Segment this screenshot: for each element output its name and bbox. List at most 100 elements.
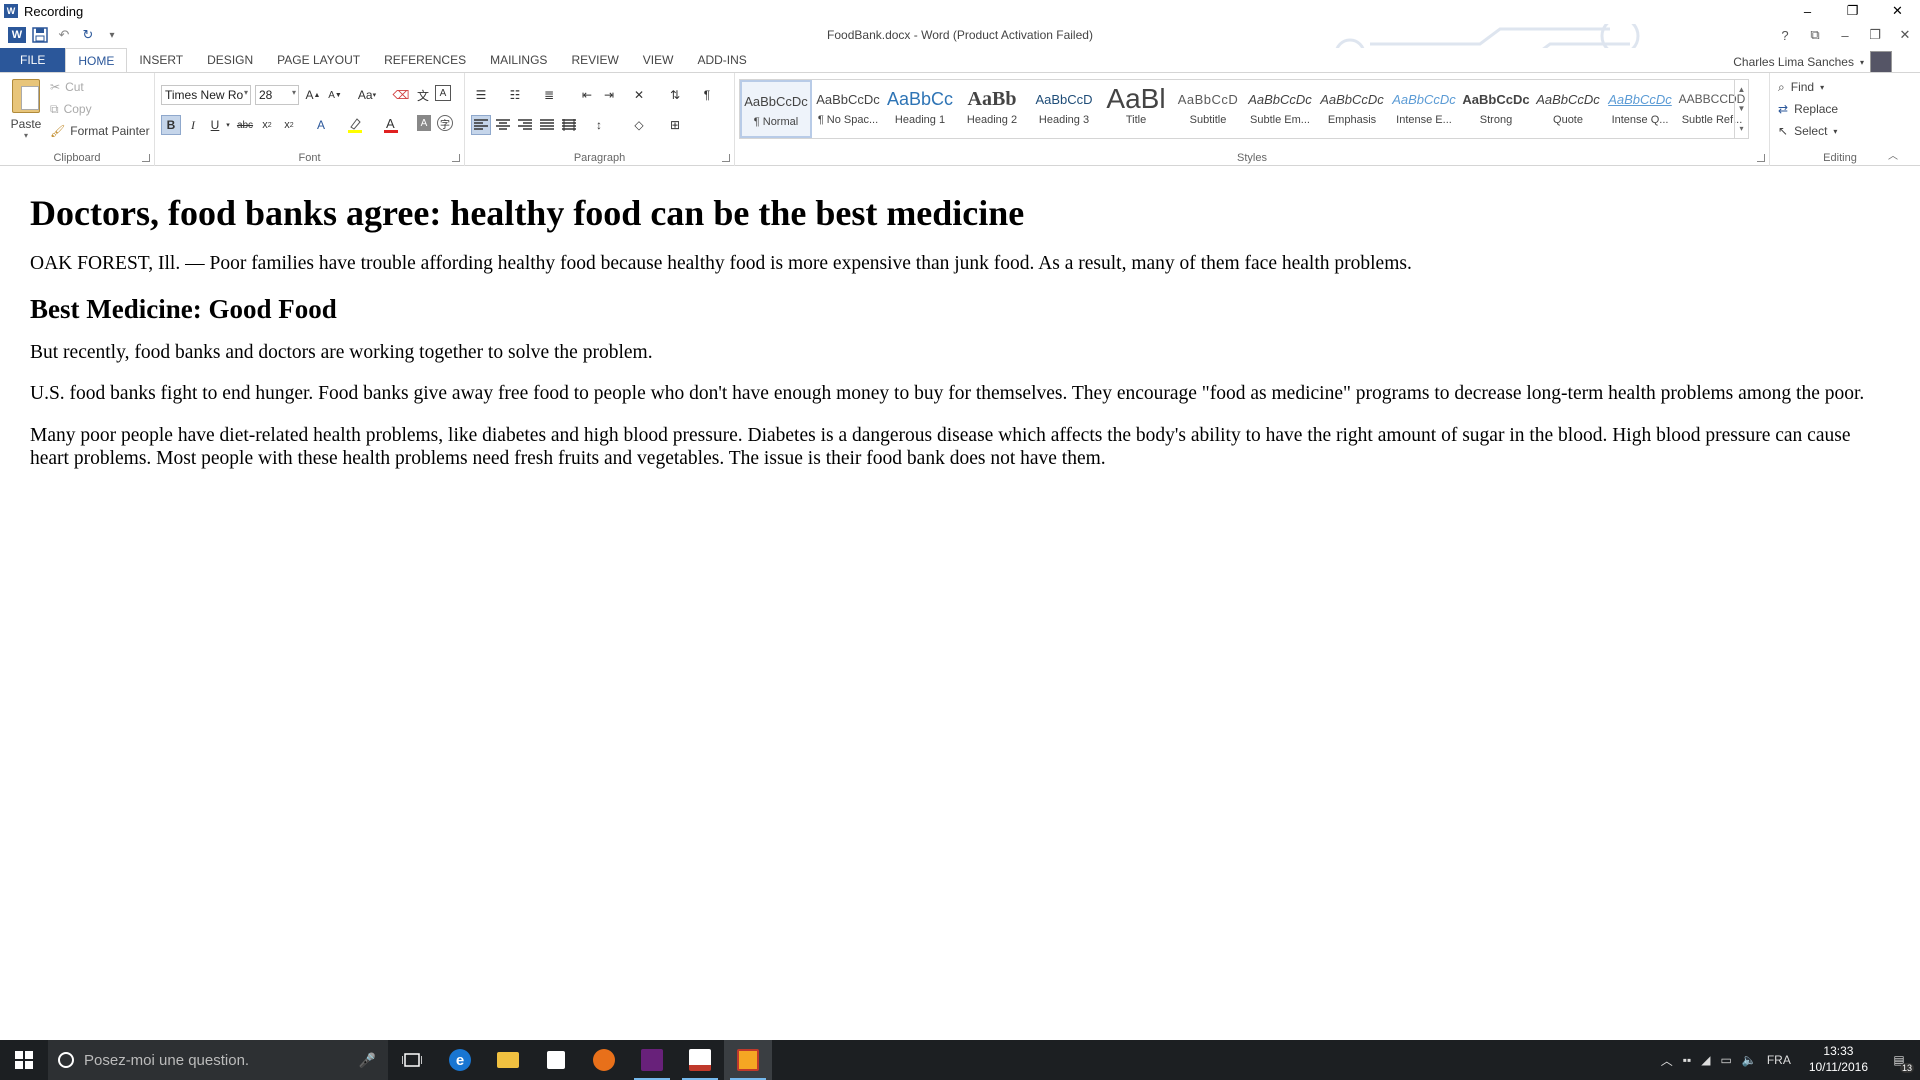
character-shading-icon[interactable]: A <box>417 115 431 131</box>
taskbar-app-visual-studio[interactable] <box>628 1040 676 1080</box>
shrink-font-icon[interactable]: A ▼ <box>325 85 345 105</box>
find-button[interactable]: ⌕ Find ▾ <box>1778 77 1824 97</box>
scroll-down-icon[interactable]: ▼ <box>1738 104 1746 113</box>
cut-button[interactable]: ✂ Cut <box>50 77 84 97</box>
replace-button[interactable]: ⇄ Replace <box>1778 99 1838 119</box>
select-button[interactable]: ↖ Select ▾ <box>1778 121 1837 141</box>
microphone-icon[interactable]: 🎤 <box>359 1052 376 1069</box>
change-case-button[interactable]: Aa ▾ <box>353 85 381 105</box>
decrease-indent-icon[interactable]: ⇤ <box>577 85 597 105</box>
scroll-up-icon[interactable]: ▲ <box>1738 85 1746 94</box>
action-center-button[interactable]: ▤ 13 <box>1886 1047 1914 1073</box>
people-icon[interactable]: ▪▪ <box>1683 1053 1692 1067</box>
clear-formatting-icon[interactable]: ⌫ <box>391 85 411 105</box>
font-name-combo[interactable]: Times New Ro ▾ <box>161 85 251 105</box>
numbering-icon[interactable]: ☷ <box>505 85 525 105</box>
tab-home[interactable]: HOME <box>65 48 128 73</box>
task-view-button[interactable] <box>388 1040 436 1080</box>
clock[interactable]: 13:33 10/11/2016 <box>1809 1044 1868 1075</box>
taskbar-app-file-explorer[interactable] <box>484 1040 532 1080</box>
word-restore-button[interactable]: ❐ <box>1860 22 1890 48</box>
document-body[interactable]: Doctors, food banks agree: healthy food … <box>0 167 1920 1040</box>
superscript-icon[interactable]: x2 <box>279 115 299 135</box>
format-painter-button[interactable]: 🖌 Format Painter <box>50 121 150 141</box>
user-account[interactable]: Charles Lima Sanches ▾ <box>1733 51 1892 73</box>
volume-icon[interactable]: 🔈 <box>1742 1053 1757 1067</box>
bullets-icon[interactable]: ☰ <box>471 85 491 105</box>
style-quote[interactable]: AaBbCcDc Quote <box>1532 80 1604 138</box>
style-no-spacing[interactable]: AaBbCcDc ¶ No Spac... <box>812 80 884 138</box>
font-launcher-icon[interactable] <box>452 154 460 162</box>
chevron-down-icon[interactable]: ▾ <box>223 115 233 135</box>
italic-icon[interactable]: I <box>183 115 203 135</box>
style-subtle-emphasis[interactable]: AaBbCcDc Subtle Em... <box>1244 80 1316 138</box>
tab-references[interactable]: REFERENCES <box>372 48 478 72</box>
input-language[interactable]: FRA <box>1767 1053 1791 1067</box>
taskbar-app-firefox[interactable] <box>580 1040 628 1080</box>
grow-font-icon[interactable]: A ▲ <box>303 85 323 105</box>
paste-button[interactable]: Paste ▾ <box>8 79 44 149</box>
more-styles-icon[interactable]: ▾ <box>1739 124 1743 133</box>
recorder-close-button[interactable]: ✕ <box>1875 0 1920 22</box>
word-minimize-button[interactable]: – <box>1830 22 1860 48</box>
align-center-icon[interactable] <box>493 115 513 135</box>
multilevel-list-icon[interactable]: ≣ <box>539 85 559 105</box>
distributed-icon[interactable] <box>559 115 579 135</box>
recorder-maximize-button[interactable]: ❐ <box>1830 0 1875 22</box>
font-color-icon[interactable]: A <box>381 115 401 135</box>
styles-launcher-icon[interactable] <box>1757 154 1765 162</box>
show-hidden-icons-icon[interactable]: ︿ <box>1661 1052 1673 1069</box>
borders-icon[interactable]: ⊞ <box>665 115 685 135</box>
clipboard-launcher-icon[interactable] <box>142 154 150 162</box>
taskbar-app-recorder[interactable] <box>724 1040 772 1080</box>
bold-icon[interactable]: B <box>161 115 181 135</box>
tab-view[interactable]: VIEW <box>631 48 686 72</box>
tab-file[interactable]: FILE <box>0 48 66 72</box>
style-subtitle[interactable]: AaBbCcD Subtitle <box>1172 80 1244 138</box>
increase-indent-icon[interactable]: ⇥ <box>599 85 619 105</box>
font-size-combo[interactable]: 28 ▾ <box>255 85 299 105</box>
battery-icon[interactable]: ▭ <box>1721 1053 1732 1067</box>
taskbar-app-store[interactable] <box>532 1040 580 1080</box>
align-left-icon[interactable] <box>471 115 491 135</box>
enclose-characters-icon[interactable]: 字 <box>437 115 453 131</box>
style-heading-3[interactable]: AaBbCcD Heading 3 <box>1028 80 1100 138</box>
style-heading-2[interactable]: AaBb Heading 2 <box>956 80 1028 138</box>
word-close-button[interactable]: ✕ <box>1890 22 1920 48</box>
style-intense-emphasis[interactable]: AaBbCcDc Intense E... <box>1388 80 1460 138</box>
taskbar-app-edge[interactable]: e <box>436 1040 484 1080</box>
style-heading-1[interactable]: AaBbCc Heading 1 <box>884 80 956 138</box>
style-emphasis[interactable]: AaBbCcDc Emphasis <box>1316 80 1388 138</box>
line-spacing-icon[interactable]: ↕ <box>589 115 609 135</box>
recorder-minimize-button[interactable]: – <box>1785 0 1830 22</box>
underline-icon[interactable]: U <box>205 115 225 135</box>
wifi-icon[interactable]: ◢ <box>1701 1053 1710 1067</box>
subscript-icon[interactable]: x2 <box>257 115 277 135</box>
sort-icon[interactable]: ⇅ <box>665 85 685 105</box>
tab-add-ins[interactable]: ADD-INS <box>685 48 758 72</box>
style-intense-quote[interactable]: AaBbCcDc Intense Q... <box>1604 80 1676 138</box>
start-button[interactable] <box>0 1040 48 1080</box>
character-border-icon[interactable]: A <box>435 85 451 101</box>
tab-design[interactable]: DESIGN <box>195 48 265 72</box>
cortana-search-box[interactable]: Posez-moi une question. 🎤 <box>48 1040 388 1080</box>
taskbar-app-word[interactable] <box>676 1040 724 1080</box>
style-normal[interactable]: AaBbCcDc ¶ Normal <box>740 80 812 138</box>
ribbon-display-options-button[interactable]: ⧉ <box>1800 22 1830 48</box>
help-button[interactable]: ? <box>1770 22 1800 48</box>
show-formatting-marks-icon[interactable]: ¶ <box>697 85 717 105</box>
paragraph-launcher-icon[interactable] <box>722 154 730 162</box>
text-effects-icon[interactable]: A <box>311 115 331 135</box>
style-title[interactable]: AaBl Title <box>1100 80 1172 138</box>
tab-review[interactable]: REVIEW <box>559 48 630 72</box>
tab-insert[interactable]: INSERT <box>127 48 195 72</box>
collapse-ribbon-icon[interactable]: ︿ <box>1888 147 1898 162</box>
strikethrough-icon[interactable]: abc <box>235 115 255 135</box>
highlight-color-icon[interactable] <box>345 115 365 135</box>
phonetic-guide-icon[interactable]: 文 <box>413 85 433 105</box>
copy-button[interactable]: ⧉ Copy <box>50 99 92 119</box>
tab-mailings[interactable]: MAILINGS <box>478 48 559 72</box>
shading-icon[interactable]: ◇ <box>629 115 649 135</box>
asian-layout-icon[interactable]: ✕ <box>629 85 649 105</box>
justify-icon[interactable] <box>537 115 557 135</box>
